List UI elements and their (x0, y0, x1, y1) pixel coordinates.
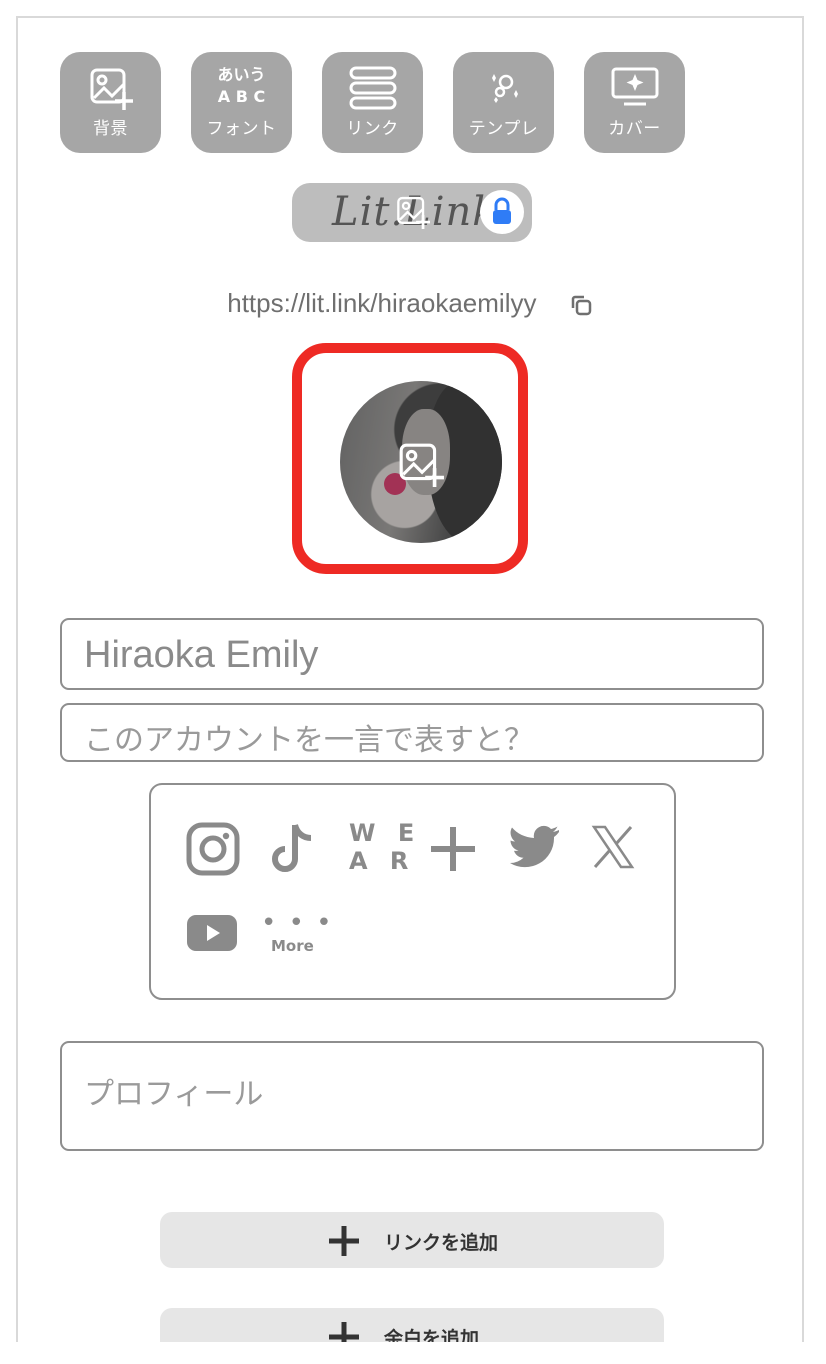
image-add-icon (90, 68, 133, 110)
image-add-icon (397, 196, 430, 229)
template-button[interactable]: テンプレ (453, 52, 554, 153)
logo-image-slot[interactable]: Lit.Link (292, 183, 532, 242)
instagram-icon[interactable] (185, 821, 241, 877)
add-link-button[interactable]: リンクを追加 (160, 1212, 664, 1268)
font-button[interactable]: あいう A B C フォント (191, 52, 292, 153)
template-label: テンプレ (468, 119, 539, 139)
image-add-icon (399, 443, 444, 487)
editor-frame: 背景 あいう A B C フォント リンク テンプレ カバー Lit.Link … (16, 16, 804, 1342)
name-input[interactable]: Hiraoka Emily (60, 618, 764, 690)
link-label: リンク (346, 119, 399, 139)
wear-icon[interactable]: W E A R (349, 819, 421, 875)
add-link-label: リンクを追加 (384, 1232, 499, 1254)
avatar-highlight-frame (292, 343, 528, 574)
sparkle-template-icon (491, 74, 518, 103)
twitter-bird-icon[interactable] (509, 825, 561, 869)
font-label: フォント (206, 119, 277, 139)
plus-icon[interactable] (429, 825, 477, 873)
plus-icon (329, 1226, 359, 1256)
lock-icon (493, 197, 511, 224)
x-logo-icon[interactable] (591, 825, 635, 869)
tiktok-icon[interactable] (269, 821, 317, 875)
cover-label: カバー (608, 119, 661, 139)
profile-url[interactable]: https://lit.link/hiraokaemilyy (227, 288, 536, 318)
cover-button[interactable]: カバー (584, 52, 685, 153)
add-space-label: 余白を追加 (384, 1328, 480, 1342)
background-label: 背景 (93, 119, 128, 139)
sns-icon-panel: W E A R • • • More (149, 783, 676, 1000)
lock-badge[interactable] (480, 190, 524, 234)
tagline-input[interactable]: このアカウントを一言で表すと？ (60, 703, 764, 762)
copy-icon[interactable] (569, 293, 593, 317)
plus-icon (329, 1322, 359, 1342)
cover-monitor-icon (611, 67, 658, 106)
avatar[interactable] (340, 381, 502, 543)
youtube-icon[interactable] (187, 915, 237, 951)
background-button[interactable]: 背景 (60, 52, 161, 153)
link-stack-icon (349, 66, 396, 110)
profile-url-row: https://lit.link/hiraokaemilyy (18, 288, 802, 319)
more-dots-icon[interactable]: • • • (261, 910, 334, 936)
link-button[interactable]: リンク (322, 52, 423, 153)
more-label[interactable]: More (271, 937, 314, 955)
add-space-button[interactable]: 余白を追加 (160, 1308, 664, 1342)
profile-input[interactable]: プロフィール (60, 1041, 764, 1151)
font-icon: あいう A B C (217, 65, 266, 106)
